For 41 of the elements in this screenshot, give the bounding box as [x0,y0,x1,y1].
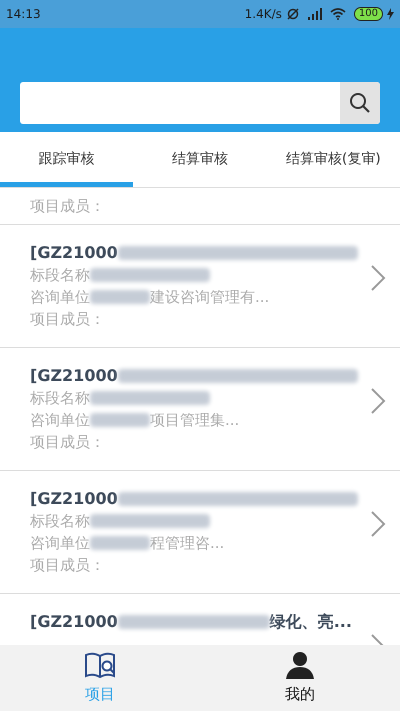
project-code: [GZ21000 [30,242,118,264]
field-label: 项目成员： [30,432,105,453]
field-label: 项目成员： [30,308,105,330]
chevron-right-icon [370,387,386,415]
wifi-icon [330,8,346,20]
field-label: 标段名称 [30,510,90,532]
field-label: 项目成员： [30,554,105,576]
member-label: 项目成员： [30,196,106,217]
field-label: 咨询单位 [30,286,90,308]
status-time: 14:13 [6,6,41,23]
battery-indicator: 100 [354,7,383,21]
project-card[interactable]: [GZ21000 标段名称 咨询单位 建设咨询管理有... 项目成员： [0,225,400,347]
project-code: [GZ21000 [30,488,118,510]
field-label: 标段名称 [30,264,90,286]
field-value: 项目管理集... [150,410,240,431]
tab[interactable]: 结算审核 [133,132,267,187]
field-value: 程管理咨... [150,532,224,554]
signal-icon [308,8,322,20]
search-field[interactable] [20,82,380,124]
field-value: 建设咨询管理有... [150,286,270,308]
field-label: 标段名称 [30,388,90,409]
project-card[interactable]: [GZ21000 标段名称 咨询单位 项目管理集... 项目成员： [0,348,400,470]
person-icon [284,649,316,681]
project-card[interactable]: [GZ21000 绿化、亮... [0,594,400,645]
chevron-right-icon [370,510,386,538]
tab[interactable]: 结算审核(复审) [266,132,400,187]
blurred-text [90,290,150,304]
nav-tab[interactable]: 我的 [200,645,400,711]
search-icon [349,92,371,114]
chevron-right-icon [370,264,386,292]
project-card[interactable]: [GZ21000 标段名称 咨询单位 程管理咨... 项目成员： [0,471,400,593]
charging-icon [387,8,394,20]
field-label: 咨询单位 [30,410,90,431]
field-label: 咨询单位 [30,532,90,554]
network-speed: 1.4K/s [244,6,282,23]
blurred-text [90,413,150,427]
blurred-text [90,536,150,550]
project-code: [GZ21000 [30,365,118,387]
project-title: 绿化、亮... [270,611,352,633]
project-code: [GZ21000 [30,611,118,633]
search-button[interactable] [340,82,380,124]
